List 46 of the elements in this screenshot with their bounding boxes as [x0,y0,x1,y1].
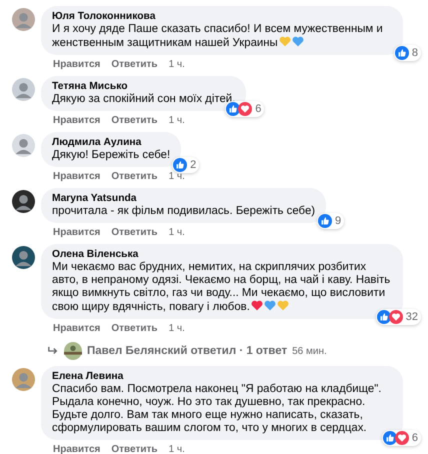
comment-text: И я хочу дяде Паше сказать спасибо! И всем мужественным и женственным защитникам нашей Украины [52,23,383,49]
comment-time[interactable]: 1 ч. [168,114,185,128]
reaction-badge[interactable]: 6 [382,430,421,446]
reaction-badge[interactable]: 32 [376,309,421,325]
action-link[interactable]: Нравится [53,226,100,240]
replies-link[interactable]: Павел Белянский ответил · 1 ответ [87,345,288,357]
comment-time[interactable]: 1 ч. [168,58,185,72]
comment-text: Спасибо вам. Посмотрела наконец "Я работаю на кладбище". Рыдала конечно, чоуж. Но это так душевно, так прекрасно. Будьте долго. Вам так много еще нужно написать, сказать, сформулировать вашим слогом то, что у многих в сердцах. [52,383,382,434]
action-link[interactable]: Нравится [53,443,100,454]
comment-text: Дякую! Бережіть себе! [52,149,170,161]
action-link[interactable]: Нравится [53,114,100,128]
comment-author[interactable]: Юля Толоконникова [52,10,392,23]
reaction-count: 9 [334,214,342,228]
comment-author[interactable]: Людмила Аулина [52,136,170,149]
reply-time: 56 мин. [292,346,327,356]
reaction-badge[interactable]: 8 [394,45,421,61]
comment-author[interactable]: Олена Віленська [52,248,392,261]
avatar[interactable] [12,246,35,269]
reaction-count: 8 [412,46,418,60]
action-link[interactable]: Ответить [111,443,158,454]
reply-arrow-icon [47,346,59,356]
reaction-count: 6 [412,431,418,445]
comment-author[interactable]: Maryna Yatsunda [52,192,316,205]
comment-time[interactable]: 1 ч. [168,322,185,336]
action-link[interactable]: Ответить [111,114,158,128]
action-link[interactable]: Ответить [111,226,158,240]
action-link[interactable]: Нравится [53,170,100,184]
comment-text: прочитала - як фільм подивилась. Бережіть себе) [52,205,316,217]
action-link[interactable]: Ответить [111,58,158,72]
avatar[interactable] [12,190,35,213]
reaction-count: 32 [406,310,418,324]
reaction-count: 2 [190,158,196,172]
action-link[interactable]: Нравится [53,58,100,72]
comment-author[interactable]: Тетяна Мисько [52,80,236,93]
reaction-badge[interactable]: 9 [316,213,344,229]
reaction-badge[interactable]: 2 [172,157,200,173]
reaction-badge[interactable]: 6 [225,101,264,117]
action-link[interactable]: Ответить [111,322,158,336]
comment-time[interactable]: 1 ч. [168,170,185,184]
reaction-count: 6 [255,102,262,116]
avatar [64,342,82,360]
action-link[interactable]: Ответить [111,170,158,184]
comment-time[interactable]: 1 ч. [168,226,185,240]
comment-author[interactable]: Елена Левина [52,370,392,383]
action-link[interactable]: Нравится [53,322,100,336]
comment-time[interactable]: 1 ч. [168,443,185,454]
